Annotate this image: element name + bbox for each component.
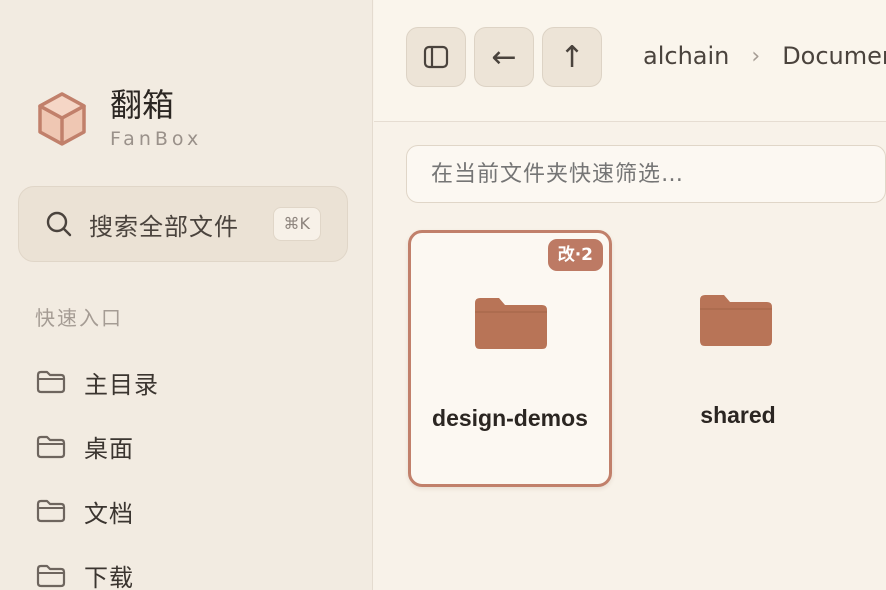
folder-name: design-demos <box>432 405 588 431</box>
folder-icon <box>36 371 66 394</box>
sidebar-item-label: 桌面 <box>84 435 134 464</box>
folder-icon <box>36 564 66 587</box>
box-logo-icon <box>38 92 86 146</box>
folder-name: shared <box>700 402 776 428</box>
sidebar-item-label: 下载 <box>84 564 134 590</box>
back-arrow-icon: ← <box>491 39 517 75</box>
folder-icon <box>475 298 547 349</box>
folder-icon <box>700 295 772 346</box>
global-search-button[interactable]: 搜索全部文件 ⌘K <box>18 186 348 262</box>
back-button[interactable]: ← <box>474 27 534 87</box>
sidebar-item-label: 文档 <box>84 499 134 528</box>
sidebar-item-home[interactable]: 主目录 <box>36 350 159 415</box>
breadcrumb-separator: › <box>751 43 761 69</box>
change-badge: 改·2 <box>547 239 603 271</box>
sidebar-item-documents[interactable]: 文档 <box>36 479 159 544</box>
toolbar: ← ↑ alchain › Documents <box>374 0 886 122</box>
sidebar: 翻箱 FanBox 搜索全部文件 ⌘K 快速入口 主目录 桌面 文档 下载 <box>0 0 373 590</box>
quick-access-list: 主目录 桌面 文档 下载 <box>36 350 159 590</box>
sidebar-item-label: 主目录 <box>84 370 159 399</box>
search-icon <box>46 211 72 237</box>
brand: 翻箱 FanBox <box>36 86 202 150</box>
search-label: 搜索全部文件 <box>89 212 239 241</box>
folder-icon <box>36 500 66 523</box>
folder-icon <box>36 435 66 458</box>
folder-tile-design-demos[interactable]: 改·2 design-demos <box>408 230 612 487</box>
folder-tile-shared[interactable]: shared <box>636 230 840 487</box>
breadcrumb: alchain › Documents <box>643 42 886 70</box>
brand-name: 翻箱 <box>110 86 175 124</box>
sidebar-item-desktop[interactable]: 桌面 <box>36 415 159 480</box>
sidebar-toggle-icon <box>423 45 449 69</box>
breadcrumb-item[interactable]: alchain <box>643 42 729 70</box>
up-button[interactable]: ↑ <box>542 27 602 87</box>
quick-access-heading: 快速入口 <box>35 306 123 330</box>
filter-input[interactable] <box>406 145 886 203</box>
shortcut-badge: ⌘K <box>272 207 321 241</box>
sidebar-toggle-button[interactable] <box>406 27 466 87</box>
brand-subtitle: FanBox <box>110 128 203 150</box>
sidebar-item-downloads[interactable]: 下载 <box>36 544 159 590</box>
up-arrow-icon: ↑ <box>559 39 585 75</box>
breadcrumb-item[interactable]: Documents <box>782 42 886 70</box>
